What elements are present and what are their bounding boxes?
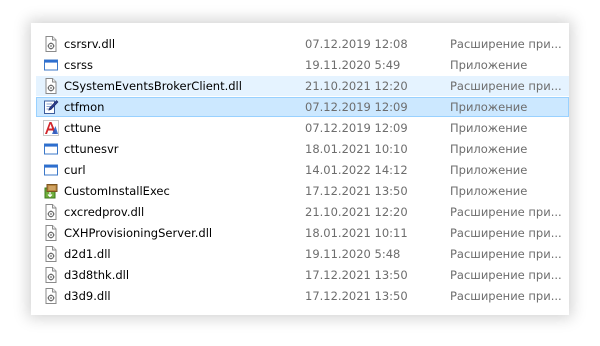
- file-name: cttunesvr: [64, 142, 119, 156]
- file-name: d2d1.dll: [64, 247, 111, 261]
- font-a-icon: [43, 120, 59, 136]
- file-date-modified: 21.10.2021 12:20: [305, 205, 408, 219]
- file-row[interactable]: CustomInstallExec 17.12.2021 13:50 Приложе…: [36, 181, 569, 201]
- file-name: d3d8thk.dll: [64, 268, 130, 282]
- file-name: csrsrv.dll: [64, 37, 116, 51]
- file-type: Приложение: [450, 100, 528, 114]
- file-date-modified: 19.11.2020 5:48: [305, 247, 401, 261]
- file-type: Расширение при...: [450, 226, 562, 240]
- dll-file-icon: [43, 225, 59, 241]
- file-list-window: csrsrv.dll 07.12.2019 12:08 Расширение при…: [31, 23, 569, 315]
- file-date-modified: 21.10.2021 12:20: [305, 79, 408, 93]
- file-row[interactable]: d2d1.dll 19.11.2020 5:48 Расширение при...: [36, 244, 569, 264]
- file-row[interactable]: CSystemEventsBrokerClient.dll 21.10.2021 …: [36, 76, 569, 96]
- file-name: curl: [64, 163, 86, 177]
- file-type: Расширение при...: [450, 79, 562, 93]
- file-row[interactable]: cttune 07.12.2019 12:09 Приложение: [36, 118, 569, 138]
- file-row[interactable]: csrsrv.dll 07.12.2019 12:08 Расширение при…: [36, 34, 569, 54]
- file-type: Расширение при...: [450, 205, 562, 219]
- file-type: Расширение при...: [450, 289, 562, 303]
- file-type: Расширение при...: [450, 37, 562, 51]
- file-date-modified: 17.12.2021 13:50: [305, 268, 408, 282]
- file-date-modified: 07.12.2019 12:08: [305, 37, 408, 51]
- dll-file-icon: [43, 288, 59, 304]
- file-type: Приложение: [450, 58, 528, 72]
- file-row[interactable]: cttunesvr 18.01.2021 10:10 Приложение: [36, 139, 569, 159]
- file-date-modified: 18.01.2021 10:10: [305, 142, 408, 156]
- file-row[interactable]: CXHProvisioningServer.dll 18.01.2021 10:1…: [36, 223, 569, 243]
- file-type: Расширение при...: [450, 247, 562, 261]
- file-date-modified: 19.11.2020 5:49: [305, 58, 401, 72]
- pen-notepad-icon: [43, 99, 59, 115]
- file-type: Приложение: [450, 142, 528, 156]
- file-name: cttune: [64, 121, 101, 135]
- app-window-icon: [43, 162, 59, 178]
- dll-file-icon: [43, 78, 59, 94]
- file-date-modified: 07.12.2019 12:09: [305, 100, 408, 114]
- installer-box-icon: [43, 183, 59, 199]
- file-row[interactable]: curl 14.01.2022 14:12 Приложение: [36, 160, 569, 180]
- dll-file-icon: [43, 36, 59, 52]
- dll-file-icon: [43, 204, 59, 220]
- file-name: cxcredprov.dll: [64, 205, 145, 219]
- file-date-modified: 14.01.2022 14:12: [305, 163, 408, 177]
- file-row[interactable]: d3d9.dll 17.12.2021 13:50 Расширение при..…: [36, 286, 569, 306]
- app-window-icon: [43, 57, 59, 73]
- file-type: Приложение: [450, 121, 528, 135]
- file-name: ctfmon: [64, 100, 105, 114]
- file-date-modified: 17.12.2021 13:50: [305, 184, 408, 198]
- file-row[interactable]: cxcredprov.dll 21.10.2021 12:20 Расширение…: [36, 202, 569, 222]
- file-name: CSystemEventsBrokerClient.dll: [64, 79, 242, 93]
- app-window-icon: [43, 141, 59, 157]
- file-name: CXHProvisioningServer.dll: [64, 226, 213, 240]
- file-name: CustomInstallExec: [64, 184, 170, 198]
- file-name: d3d9.dll: [64, 289, 111, 303]
- file-row[interactable]: csrss 19.11.2020 5:49 Приложение: [36, 55, 569, 75]
- dll-file-icon: [43, 267, 59, 283]
- file-type: Приложение: [450, 184, 528, 198]
- file-date-modified: 17.12.2021 13:50: [305, 289, 408, 303]
- file-date-modified: 07.12.2019 12:09: [305, 121, 408, 135]
- file-row[interactable]: d3d8thk.dll 17.12.2021 13:50 Расширение пр…: [36, 265, 569, 285]
- file-type: Расширение при...: [450, 268, 562, 282]
- file-name: csrss: [64, 58, 94, 72]
- dll-file-icon: [43, 246, 59, 262]
- file-type: Приложение: [450, 163, 528, 177]
- file-date-modified: 18.01.2021 10:11: [305, 226, 408, 240]
- file-row[interactable]: ctfmon 07.12.2019 12:09 Приложение: [36, 97, 569, 117]
